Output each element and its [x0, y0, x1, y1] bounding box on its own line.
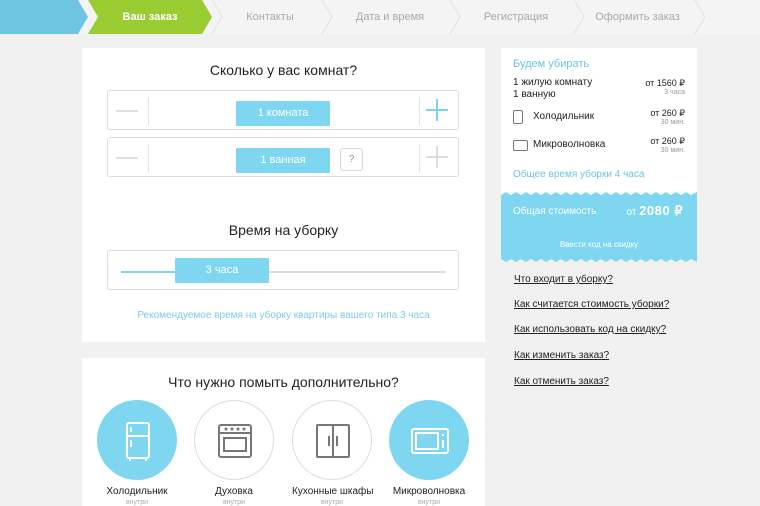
faq-link-pricing[interactable]: Как считается стоимость уборки?	[514, 299, 669, 310]
summary-duration-microwave: 30 мин.	[660, 147, 685, 154]
step-checkout[interactable]: Оформить заказ	[580, 0, 695, 34]
summary-bath: 1 ванную	[513, 89, 556, 100]
step-contacts[interactable]: Контакты	[218, 0, 322, 34]
extra-oven-sub: внутри	[222, 499, 246, 506]
extra-oven[interactable]: Духовка внутри	[194, 400, 274, 506]
summary-microwave: Микроволновка	[533, 139, 606, 150]
slider-handle[interactable]: 3 часа	[175, 258, 269, 283]
extra-fridge[interactable]: Холодильник внутри	[97, 400, 177, 506]
ticket-edge-bottom	[501, 259, 697, 262]
total-cost-label: Общая стоимость	[513, 206, 597, 217]
faq-link-cancel[interactable]: Как отменить заказ?	[514, 376, 609, 387]
extra-fridge-circle[interactable]	[97, 400, 177, 480]
step-shape-done	[0, 0, 88, 34]
promo-code-link[interactable]: Ввести код на скидку	[501, 240, 697, 249]
slider-track-empty	[258, 271, 446, 273]
extra-microwave[interactable]: Микроволновка внутри	[389, 400, 469, 506]
summary-price-base: от 1560 ₽	[645, 78, 685, 88]
progress-steps: Ваш заказ Контакты Дата и время Регистра…	[0, 0, 760, 34]
summary-price-fridge: от 260 ₽	[650, 108, 685, 118]
summary-total-time: Общее время уборки 4 часа	[513, 169, 645, 180]
ticket-edge-top	[501, 192, 697, 195]
total-cost: Общая стоимость от 2080 ₽ Ввести код на …	[501, 192, 697, 262]
rooms-card: Сколько у вас комнат? 1 комната 1 ванная…	[82, 48, 485, 342]
summary-fridge: Холодильник	[533, 111, 595, 122]
extra-microwave-sub: внутри	[417, 499, 441, 506]
microwave-icon	[411, 428, 449, 454]
rooms-stepper: 1 комната	[107, 90, 459, 130]
extra-oven-circle[interactable]	[194, 400, 274, 480]
oven-icon	[218, 424, 252, 458]
order-summary: Будем убирать 1 жилую комнату 1 ванную о…	[501, 48, 697, 194]
extras-title: Что нужно помыть дополнительно?	[168, 374, 399, 390]
bath-value: 1 ванная	[236, 148, 330, 173]
time-slider[interactable]: 3 часа	[107, 250, 459, 290]
extras-card: Что нужно помыть дополнительно? Холодиль…	[82, 358, 485, 506]
rooms-value: 1 комната	[236, 101, 330, 126]
extra-cabinets[interactable]: Кухонные шкафы внутри	[292, 400, 374, 506]
step-registration[interactable]: Регистрация	[458, 0, 574, 34]
extra-microwave-label: Микроволновка	[392, 486, 466, 497]
summary-price-microwave: от 260 ₽	[650, 136, 685, 146]
total-cost-value: от 2080 ₽	[626, 203, 683, 218]
summary-duration-base: 3 часа	[664, 89, 685, 96]
faq-link-promo[interactable]: Как использовать код на скидку?	[514, 324, 666, 335]
fridge-icon	[513, 110, 523, 124]
summary-rooms: 1 жилую комнату	[513, 77, 593, 88]
bath-stepper: 1 ванная ?	[107, 137, 459, 177]
extra-fridge-label: Холодильник	[106, 486, 168, 497]
extra-cabinets-sub: внутри	[320, 499, 344, 506]
rooms-plus-button[interactable]	[426, 99, 448, 121]
faq-link-change[interactable]: Как изменить заказ?	[514, 350, 609, 361]
cabinet-icon	[316, 424, 350, 458]
help-button[interactable]: ?	[340, 148, 363, 171]
extra-microwave-circle[interactable]	[389, 400, 469, 480]
rooms-minus-button[interactable]	[116, 110, 138, 112]
time-title: Время на уборку	[228, 222, 339, 238]
summary-title: Будем убирать	[513, 58, 590, 70]
step-order[interactable]: Ваш заказ	[98, 0, 202, 34]
bath-plus-button[interactable]	[426, 146, 448, 168]
extra-fridge-sub: внутри	[125, 499, 149, 506]
step-date-time[interactable]: Дата и время	[330, 0, 450, 34]
fridge-icon	[126, 422, 150, 461]
faq-link-included[interactable]: Что входит в уборку?	[514, 274, 613, 285]
extra-cabinets-circle[interactable]	[292, 400, 372, 480]
bath-minus-button[interactable]	[116, 157, 138, 159]
time-recommendation: Рекомендуемое время на уборку квартиры в…	[137, 310, 430, 321]
microwave-icon	[513, 140, 528, 151]
summary-duration-fridge: 30 мин.	[660, 119, 685, 126]
extra-oven-label: Духовка	[215, 486, 253, 497]
extra-cabinets-label: Кухонные шкафы	[292, 486, 374, 497]
rooms-title: Сколько у вас комнат?	[209, 62, 358, 78]
